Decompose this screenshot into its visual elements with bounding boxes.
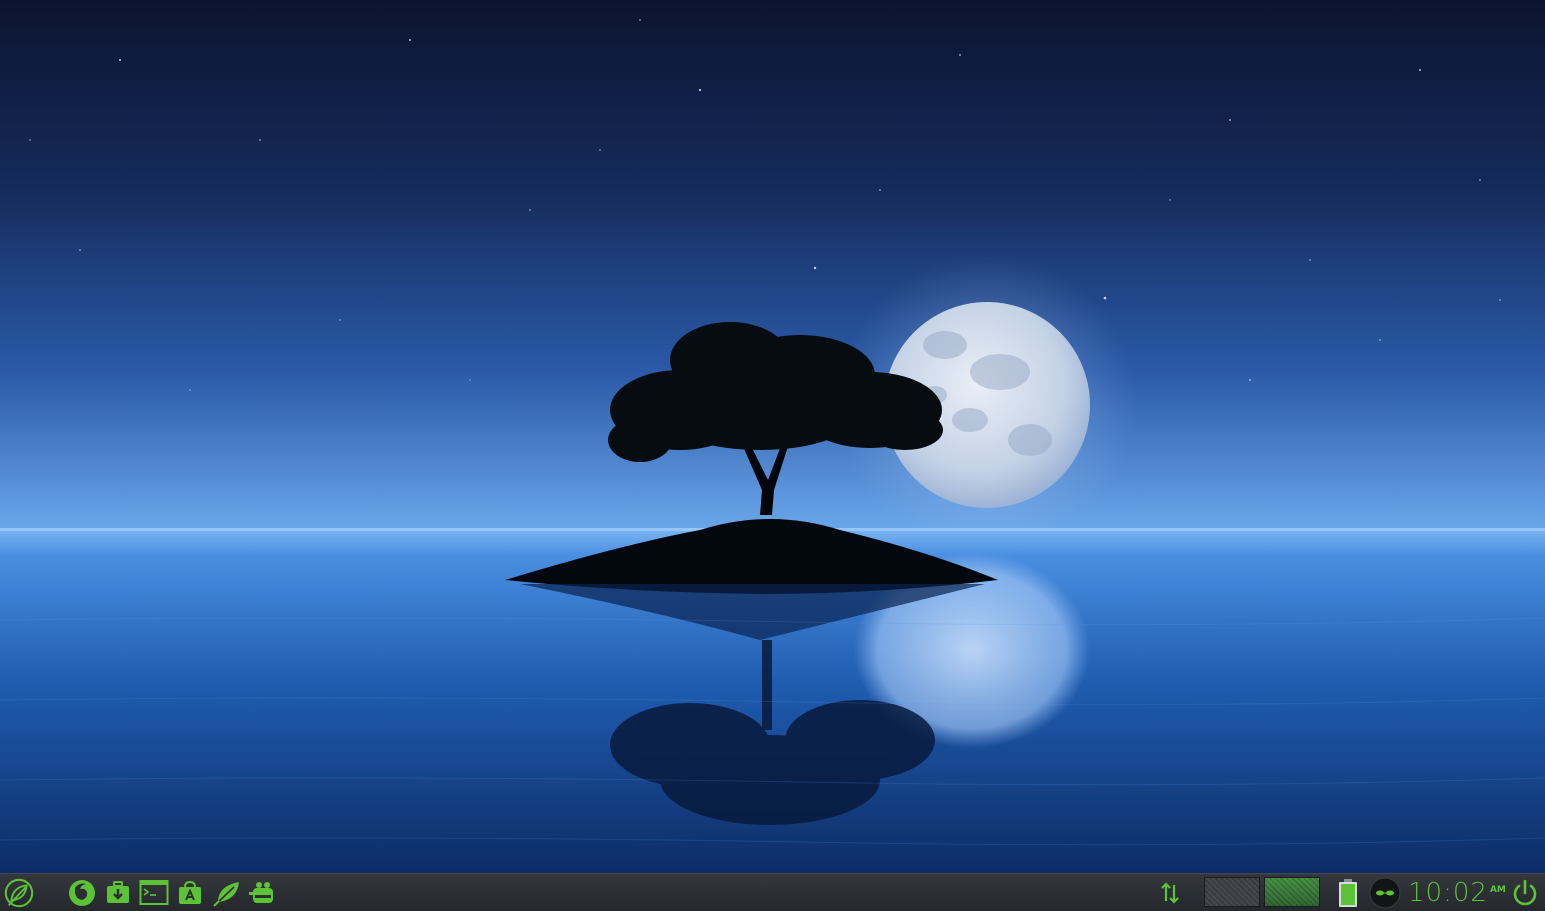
leaf-app-launcher[interactable] [211,877,243,909]
gimp-icon [249,882,273,903]
power-button[interactable] [1509,877,1541,909]
software-installer-launcher[interactable] [102,877,134,909]
workspace-switcher [1204,877,1320,907]
battery-status-button[interactable] [1332,877,1364,909]
gimp-launcher[interactable] [247,877,279,909]
leaf-icon [213,882,239,907]
clock[interactable]: 10:02 AM [1408,876,1506,910]
workspace-2[interactable] [1264,877,1320,907]
wallpaper-image [0,0,1545,873]
taskbar: 10:02 AM [0,873,1545,911]
app-store-launcher[interactable] [174,877,206,909]
package-download-icon [107,881,129,903]
start-menu-button[interactable] [3,877,35,909]
user-avatar-icon [1369,877,1401,909]
workspace-1[interactable] [1204,877,1260,907]
firefox-launcher[interactable] [66,877,98,909]
network-status-button[interactable] [1154,877,1186,909]
clock-time: 10:02 [1408,878,1488,908]
power-icon [1513,879,1537,906]
battery-icon [1339,879,1357,907]
terminal-icon [139,880,169,905]
firefox-icon [69,880,95,906]
leaf-menu-icon [4,878,34,908]
terminal-launcher[interactable] [138,877,170,909]
desktop-wallpaper [0,0,1545,873]
clock-ampm: AM [1489,885,1506,895]
store-bag-icon [179,880,201,904]
user-menu-button[interactable] [1369,877,1401,909]
network-updown-icon [1161,882,1179,904]
